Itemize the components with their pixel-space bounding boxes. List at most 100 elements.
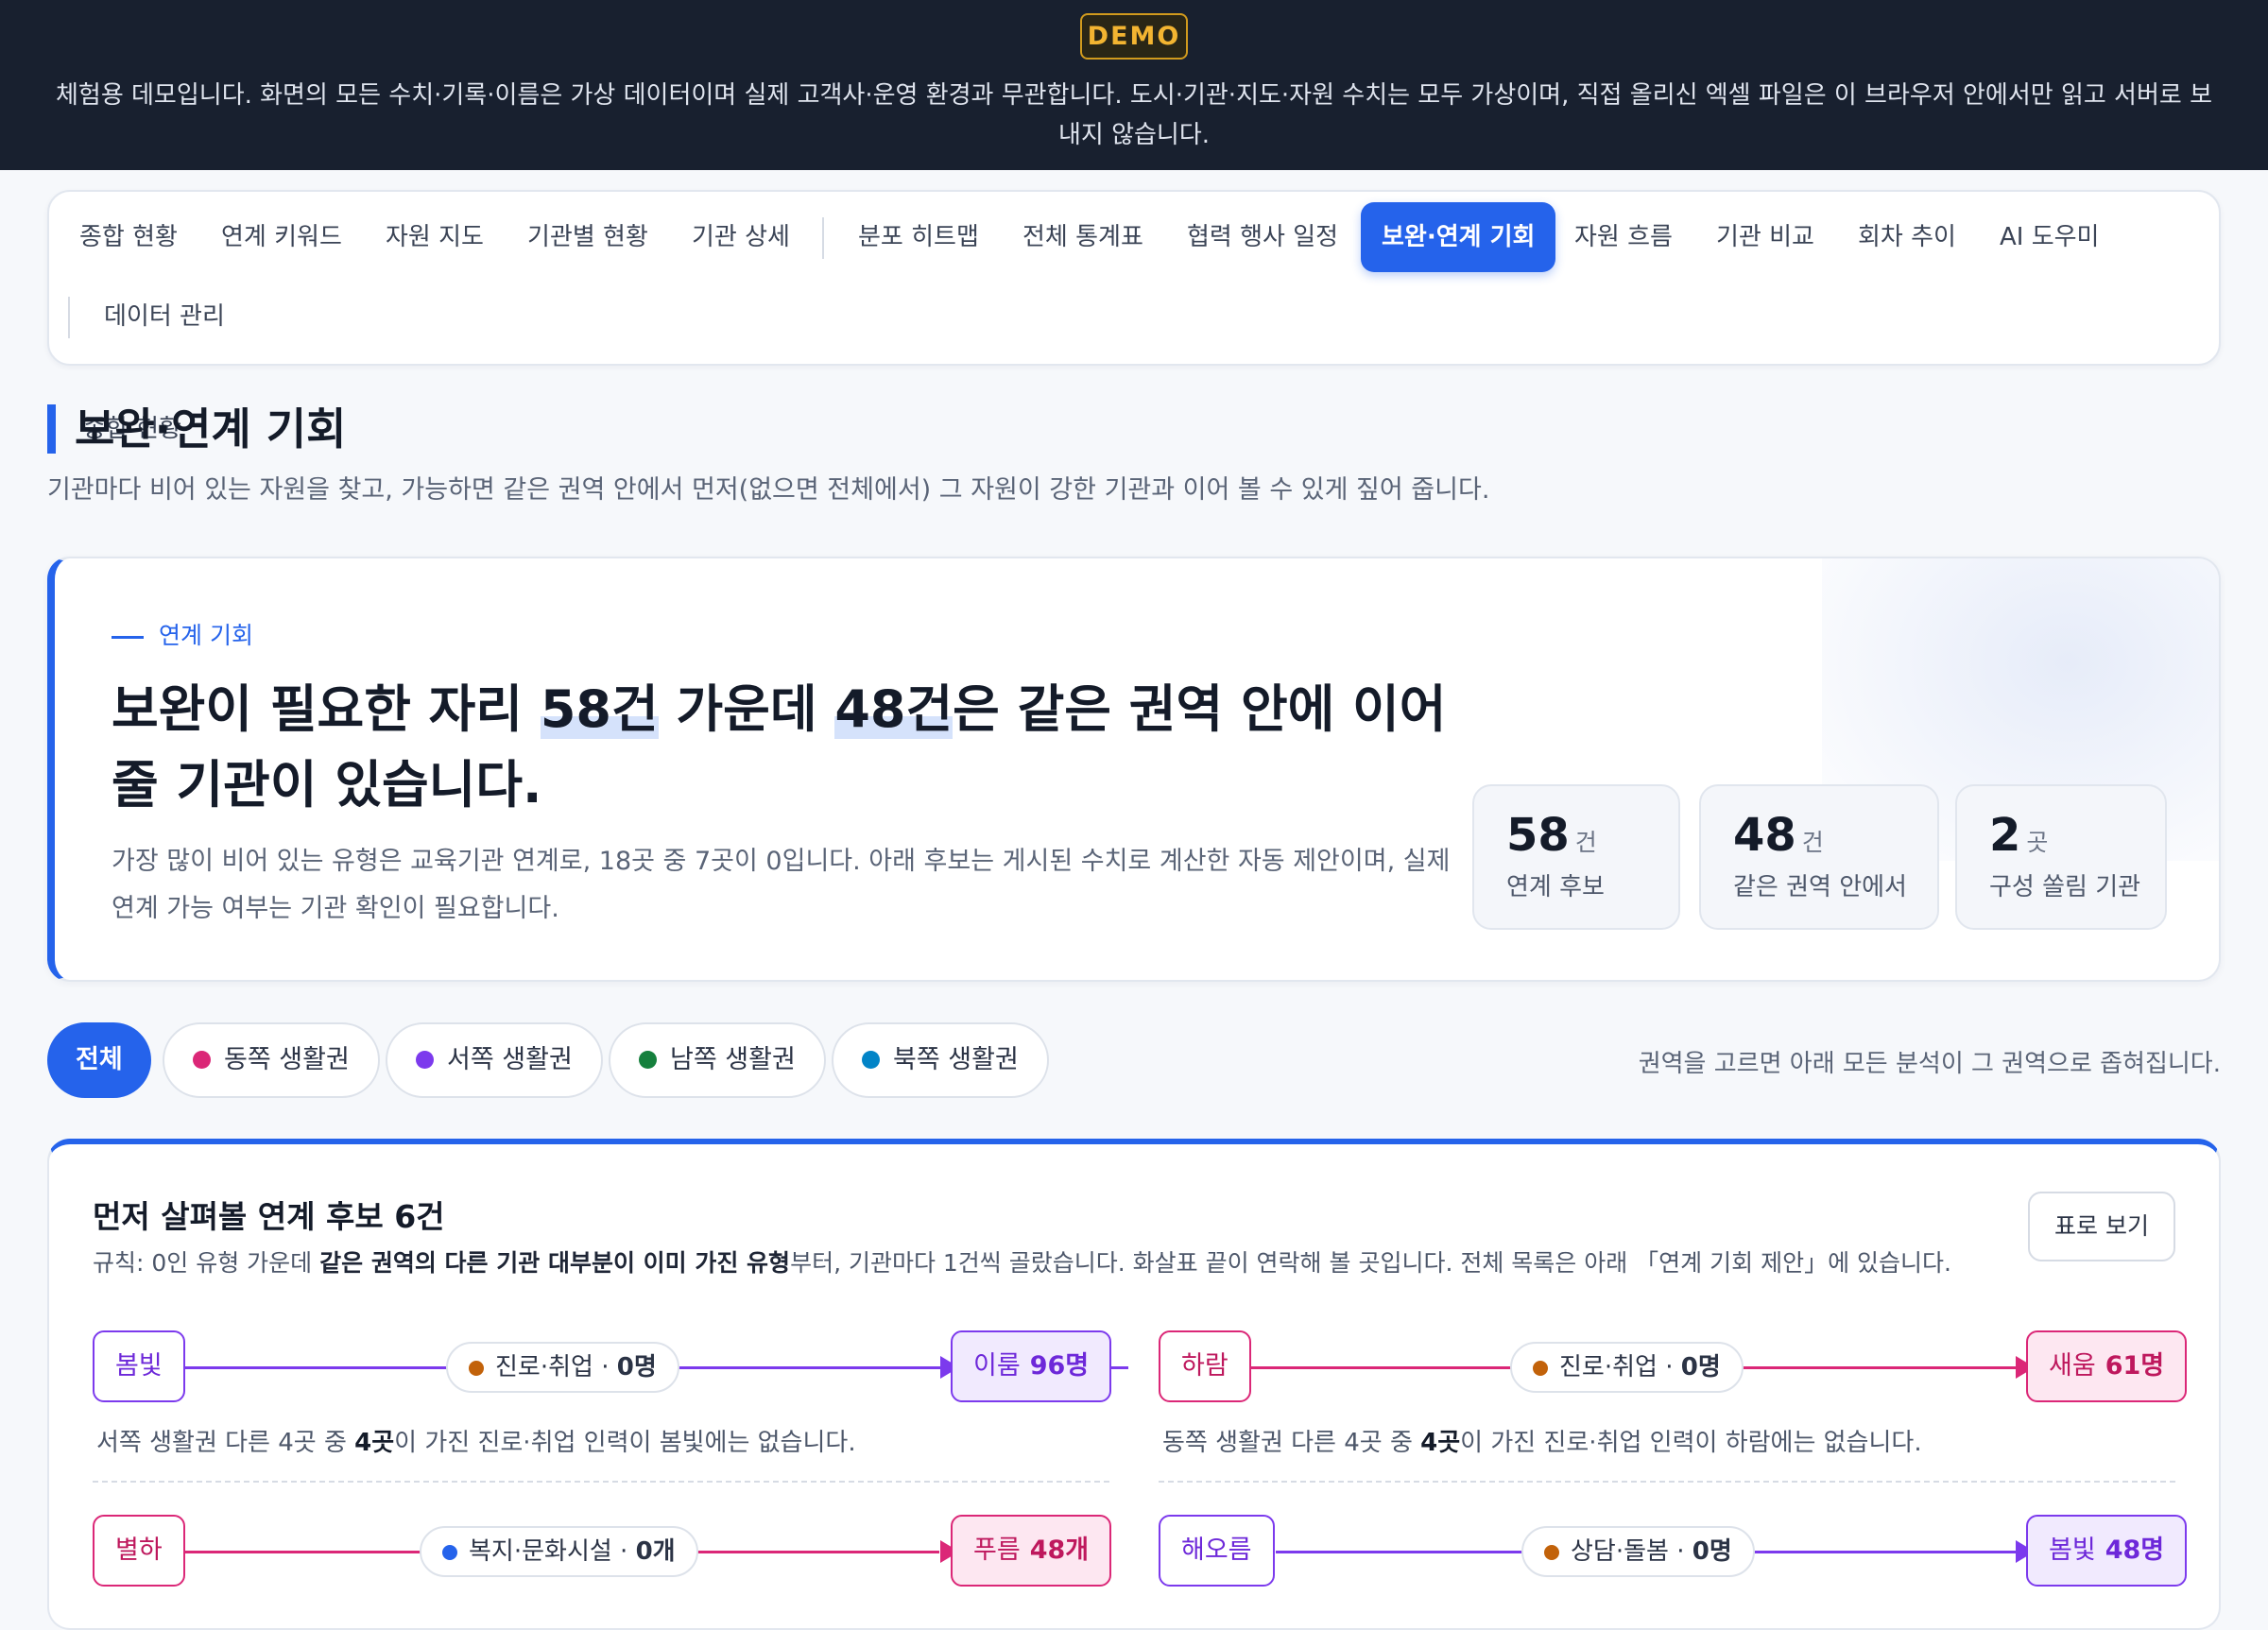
nav-keywords[interactable]: 연계 키워드 xyxy=(200,202,363,272)
rule-emphasis: 같은 권역의 다른 기관 대부분이 이미 가진 유형 xyxy=(319,1249,791,1277)
target-name: 이룸 xyxy=(973,1351,1021,1381)
filter-label: 서쪽 생활권 xyxy=(447,1045,573,1074)
note-text: 동쪽 생활권 다른 4곳 중 xyxy=(1162,1429,1421,1457)
summary-headline: 보완이 필요한 자리 58건 가운데 48건은 같은 권역 안에 이어 줄 기관… xyxy=(112,672,1472,823)
region-dot-icon xyxy=(862,1051,880,1069)
table-view-button[interactable]: 표로 보기 xyxy=(2028,1192,2175,1261)
type-value: 0명 xyxy=(1680,1353,1721,1381)
type-value: 0명 xyxy=(1692,1537,1732,1566)
resource-type-pill: 복지·문화시설 · 0개 xyxy=(420,1526,698,1577)
page-description: 기관마다 비어 있는 자원을 찾고, 가능하면 같은 권역 안에서 먼저(없으면… xyxy=(47,475,1490,505)
row-divider xyxy=(93,1481,1109,1483)
stat-label: 같은 권역 안에서 xyxy=(1733,873,1907,901)
type-dot-icon xyxy=(442,1545,457,1560)
nav-resource-map[interactable]: 자원 지도 xyxy=(365,202,505,272)
candidate-flow[interactable]: 하람 진로·취업 · 0명 새움 61명 xyxy=(1159,1330,2188,1406)
stat-skewed-institutions: 2곳 구성 쏠림 기관 xyxy=(1955,784,2167,930)
nav-institution-detail[interactable]: 기관 상세 xyxy=(671,202,811,272)
stat-value: 58 xyxy=(1506,809,1570,862)
source-institution[interactable]: 하람 xyxy=(1159,1330,1251,1402)
candidate-note: 서쪽 생활권 다른 4곳 중 4곳이 가진 진로·취업 인력이 봄빛에는 없습니… xyxy=(96,1423,856,1458)
rule-text: 규칙: 0인 유형 가운데 xyxy=(93,1249,320,1277)
type-value: 0개 xyxy=(635,1537,676,1566)
filter-west[interactable]: 서쪽 생활권 xyxy=(386,1022,603,1098)
summary-eyebrow: 연계 기회 xyxy=(112,617,253,651)
region-dot-icon xyxy=(639,1051,657,1069)
summary-card: 연계 기회 보완이 필요한 자리 58건 가운데 48건은 같은 권역 안에 이… xyxy=(47,557,2221,982)
note-text: 서쪽 생활권 다른 4곳 중 xyxy=(96,1429,355,1457)
target-name: 봄빛 xyxy=(2049,1536,2096,1565)
stat-candidates: 58 건 연계 후보 xyxy=(1472,784,1680,930)
nav-event-schedule[interactable]: 협력 행사 일정 xyxy=(1166,202,1359,272)
headline-part: 보완이 필요한 자리 xyxy=(112,679,541,739)
nav-heatmap[interactable]: 분포 히트맵 xyxy=(837,202,1000,272)
note-count: 4곳 xyxy=(1420,1429,1461,1457)
candidate-flow[interactable]: 별하 복지·문화시설 · 0개 푸름 48개 xyxy=(93,1515,1159,1590)
nav-data-management[interactable]: 데이터 관리 xyxy=(83,282,246,352)
nav-by-institution[interactable]: 기관별 현황 xyxy=(507,202,669,272)
filter-north[interactable]: 북쪽 생활권 xyxy=(832,1022,1049,1098)
stat-unit: 곳 xyxy=(2026,829,2049,856)
type-label: 진로·취업 xyxy=(1559,1353,1658,1381)
summary-description: 가장 많이 비어 있는 유형은 교육기관 연계로, 18곳 중 7곳이 0입니다… xyxy=(112,847,1451,923)
filter-east[interactable]: 동쪽 생활권 xyxy=(163,1022,380,1098)
panel-title: 먼저 살펴볼 연계 후보 6건 xyxy=(93,1198,445,1235)
stat-same-region: 48 건 같은 권역 안에서 xyxy=(1699,784,1939,930)
type-label: 진로·취업 xyxy=(495,1353,593,1381)
type-dot-icon xyxy=(1533,1361,1548,1376)
note-count: 4곳 xyxy=(354,1429,395,1457)
source-institution[interactable]: 봄빛 xyxy=(93,1330,185,1402)
target-institution[interactable]: 새움 61명 xyxy=(2026,1330,2188,1402)
source-institution[interactable]: 별하 xyxy=(93,1515,185,1587)
resource-type-pill: 진로·취업 · 0명 xyxy=(1510,1342,1744,1393)
nav-resource-flow[interactable]: 자원 흐름 xyxy=(1554,202,1693,272)
row-divider xyxy=(1159,1481,2175,1483)
headline-total-count: 58건 xyxy=(540,679,659,739)
target-value: 96명 xyxy=(1029,1351,1090,1381)
type-dot-icon xyxy=(1544,1545,1559,1560)
nav-round-trend[interactable]: 회차 추이 xyxy=(1837,202,1977,272)
filter-label: 동쪽 생활권 xyxy=(224,1045,350,1074)
nav-complement-link[interactable]: 보완·연계 기회 xyxy=(1361,202,1556,272)
region-dot-icon xyxy=(193,1051,211,1069)
demo-notice: 체험용 데모입니다. 화면의 모든 수치·기록·이름은 가상 데이터이며 실제 … xyxy=(55,81,2213,149)
stat-value: 2 xyxy=(1989,809,2021,862)
nav-stats-table[interactable]: 전체 통계표 xyxy=(1002,202,1164,272)
filter-label: 남쪽 생활권 xyxy=(670,1045,796,1074)
panel-rule: 규칙: 0인 유형 가운데 같은 권역의 다른 기관 대부분이 이미 가진 유형… xyxy=(93,1244,1951,1278)
source-institution[interactable]: 해오름 xyxy=(1159,1515,1275,1587)
candidate-note: 동쪽 생활권 다른 4곳 중 4곳이 가진 진로·취업 인력이 하람에는 없습니… xyxy=(1162,1423,1922,1458)
nav-divider xyxy=(822,217,824,259)
nav-compare[interactable]: 기관 비교 xyxy=(1695,202,1835,272)
headline-in-region-count: 48건 xyxy=(834,679,954,739)
nav-overview[interactable]: 종합 현황 xyxy=(59,202,198,272)
rule-text: 부터, 기관마다 1건씩 골랐습니다. 화살표 끝이 연락해 볼 곳입니다. 전… xyxy=(790,1249,1951,1277)
filter-south[interactable]: 남쪽 생활권 xyxy=(609,1022,826,1098)
target-institution[interactable]: 봄빛 48명 xyxy=(2026,1515,2188,1587)
target-institution[interactable]: 이룸 96명 xyxy=(951,1330,1112,1402)
stat-value: 48 xyxy=(1733,809,1796,862)
candidate-flow[interactable]: 해오름 상담·돌봄 · 0명 봄빛 48명 xyxy=(1159,1515,2188,1590)
filter-all[interactable]: 전체 xyxy=(47,1022,151,1098)
demo-badge: DEMO xyxy=(1080,13,1188,60)
target-name: 새움 xyxy=(2049,1351,2096,1381)
filter-label: 북쪽 생활권 xyxy=(893,1045,1019,1074)
headline-part: 가운데 xyxy=(658,679,835,739)
candidate-flow[interactable]: 봄빛 진로·취업 · 0명 이룸 96명 xyxy=(93,1330,1159,1406)
nav-divider xyxy=(68,297,70,338)
stat-label: 연계 후보 xyxy=(1506,873,1605,901)
page-title: 보완·연계 기회 xyxy=(47,404,346,454)
demo-banner: DEMO 체험용 데모입니다. 화면의 모든 수치·기록·이름은 가상 데이터이… xyxy=(0,0,2268,170)
type-dot-icon xyxy=(469,1361,484,1376)
target-name: 푸름 xyxy=(973,1536,1021,1565)
type-label: 복지·문화시설 xyxy=(469,1537,612,1566)
nav-ai-assistant[interactable]: AI 도우미 xyxy=(1979,202,2120,272)
type-label: 상담·돌봄 xyxy=(1571,1537,1669,1566)
note-text: 이 가진 진로·취업 인력이 봄빛에는 없습니다. xyxy=(394,1429,856,1457)
resource-type-pill: 상담·돌봄 · 0명 xyxy=(1521,1526,1755,1577)
stat-unit: 건 xyxy=(1574,829,1597,856)
candidates-panel: 먼저 살펴볼 연계 후보 6건 규칙: 0인 유형 가운데 같은 권역의 다른 … xyxy=(47,1139,2221,1630)
stat-unit: 건 xyxy=(1801,829,1824,856)
target-value: 61명 xyxy=(2105,1351,2165,1381)
target-institution[interactable]: 푸름 48개 xyxy=(951,1515,1112,1587)
